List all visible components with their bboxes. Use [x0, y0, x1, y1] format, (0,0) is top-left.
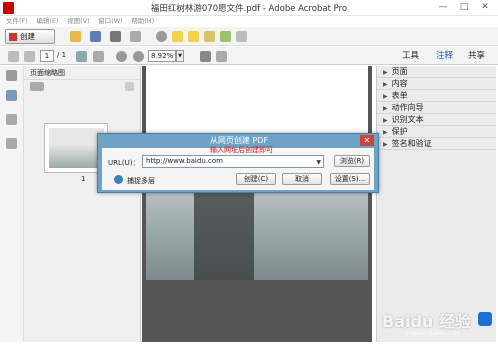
- main-toolbar: 创建: [0, 27, 498, 46]
- browse-button[interactable]: 浏览(R): [334, 155, 370, 167]
- capture-multiple-levels-label: 捕捉多层: [127, 177, 155, 185]
- thumbnail-photo: [49, 128, 104, 168]
- panel-item-sign-certify[interactable]: ▶ 签名和验证: [377, 138, 496, 150]
- settings-gear-icon[interactable]: [156, 31, 167, 42]
- baidu-paw-icon: [478, 312, 492, 326]
- baidu-watermark: Baidu 经验: [382, 312, 471, 331]
- open-folder-icon[interactable]: [70, 31, 81, 42]
- menu-edit[interactable]: 编辑(E): [36, 16, 58, 26]
- dialog-body: 输入网址后创建即可 URL(U)： http://www.baidu.com ▼…: [102, 146, 374, 190]
- url-label: URL(U)：: [108, 159, 140, 167]
- navigation-toolbar: 1 / 1 8.92% ▼ 工具 注释 共享: [0, 47, 498, 65]
- document-view[interactable]: [142, 66, 372, 342]
- panel-item-recognize-text[interactable]: ▶ 识别文本: [377, 114, 496, 126]
- email-icon[interactable]: [130, 31, 141, 42]
- create-button-label: 创建: [20, 32, 35, 41]
- bookmarks-icon[interactable]: [6, 90, 17, 101]
- menu-file[interactable]: 文件(F): [6, 16, 28, 26]
- url-value: http://www.baidu.com: [146, 157, 223, 165]
- zoom-in-icon[interactable]: [133, 51, 144, 62]
- tab-tools[interactable]: 工具: [402, 50, 419, 62]
- tab-comment[interactable]: 注释: [436, 50, 453, 62]
- dialog-close-button[interactable]: ✕: [360, 135, 374, 146]
- tools-task-panel: ▶ 页面 ▶ 内容 ▶ 表单 ▶ 动作向导 ▶ 识别文本 ▶ 保护 ▶ 签名和验证: [376, 66, 496, 342]
- navigation-pane-strip: [0, 66, 24, 342]
- settings-button[interactable]: 设置(S)...: [330, 173, 370, 185]
- url-hint-annotation: 输入网址后创建即可: [210, 146, 273, 154]
- highlight-icon[interactable]: [204, 31, 215, 42]
- select-cursor-icon[interactable]: [76, 51, 87, 62]
- title-bar: 福田红树林游070愿文件.pdf - Adobe Acrobat Pro — □…: [0, 0, 498, 16]
- minimize-button[interactable]: —: [434, 0, 452, 14]
- panel-item-forms[interactable]: ▶ 表单: [377, 90, 496, 102]
- panel-item-content[interactable]: ▶ 内容: [377, 78, 496, 90]
- create-pdf-from-web-dialog: 从网页创建 PDF ✕ 输入网址后创建即可 URL(U)： http://www…: [97, 133, 379, 193]
- url-input[interactable]: http://www.baidu.com ▼: [142, 155, 324, 168]
- cancel-button[interactable]: 取消: [282, 173, 322, 185]
- menu-window[interactable]: 窗口(W): [98, 16, 123, 26]
- thumbnails-toolbar: [24, 80, 140, 94]
- tab-share[interactable]: 共享: [468, 50, 485, 62]
- create-button[interactable]: 创建: [5, 29, 55, 44]
- print-icon[interactable]: [110, 31, 121, 42]
- zoom-level-input[interactable]: 8.92%: [148, 50, 176, 62]
- url-dropdown-icon[interactable]: ▼: [316, 157, 321, 168]
- sticky-note-icon[interactable]: [188, 31, 199, 42]
- menu-view[interactable]: 视图(V): [67, 16, 90, 26]
- fit-width-icon[interactable]: [216, 51, 227, 62]
- baidu-watermark-url: jingyan.baidu.com: [405, 330, 461, 337]
- prev-page-icon[interactable]: [8, 51, 19, 62]
- document-icon[interactable]: [236, 31, 247, 42]
- comment-bubble-icon[interactable]: [172, 31, 183, 42]
- thumbnail-page-number: 1: [81, 175, 86, 183]
- create-icon: [9, 33, 17, 41]
- zoom-dropdown-arrow[interactable]: ▼: [176, 50, 184, 62]
- attachments-paperclip-icon[interactable]: [6, 114, 17, 125]
- page-number-input[interactable]: 1: [40, 50, 54, 62]
- panel-item-protection[interactable]: ▶ 保护: [377, 126, 496, 138]
- create-confirm-button[interactable]: 创建(C): [236, 173, 276, 185]
- page-thumbnails-icon[interactable]: [6, 70, 17, 81]
- maximize-button[interactable]: □: [455, 0, 473, 14]
- close-window-button[interactable]: ✕: [476, 0, 494, 14]
- fit-page-icon[interactable]: [200, 51, 211, 62]
- zoom-out-icon[interactable]: [116, 51, 127, 62]
- panel-item-action-wizard[interactable]: ▶ 动作向导: [377, 102, 496, 114]
- thumbnail-options-icon[interactable]: [30, 82, 44, 91]
- signatures-icon[interactable]: [6, 138, 17, 149]
- delete-page-icon[interactable]: [125, 82, 134, 91]
- hand-tool-icon[interactable]: [93, 51, 104, 62]
- panel-item-pages[interactable]: ▶ 页面: [377, 66, 496, 78]
- menu-help[interactable]: 帮助(H): [131, 16, 154, 26]
- next-page-icon[interactable]: [24, 51, 35, 62]
- export-icon[interactable]: [220, 31, 231, 42]
- page-thumbnails-panel: 页面缩略图: [24, 66, 141, 342]
- save-icon[interactable]: [90, 31, 101, 42]
- window-title: 福田红树林游070愿文件.pdf - Adobe Acrobat Pro: [150, 4, 348, 14]
- page-total: / 1: [57, 51, 67, 59]
- menu-bar: 文件(F) 编辑(E) 视图(V) 窗口(W) 帮助(H): [0, 16, 498, 26]
- thumbnails-panel-title: 页面缩略图: [24, 66, 140, 80]
- capture-multiple-levels-radio[interactable]: [114, 175, 123, 184]
